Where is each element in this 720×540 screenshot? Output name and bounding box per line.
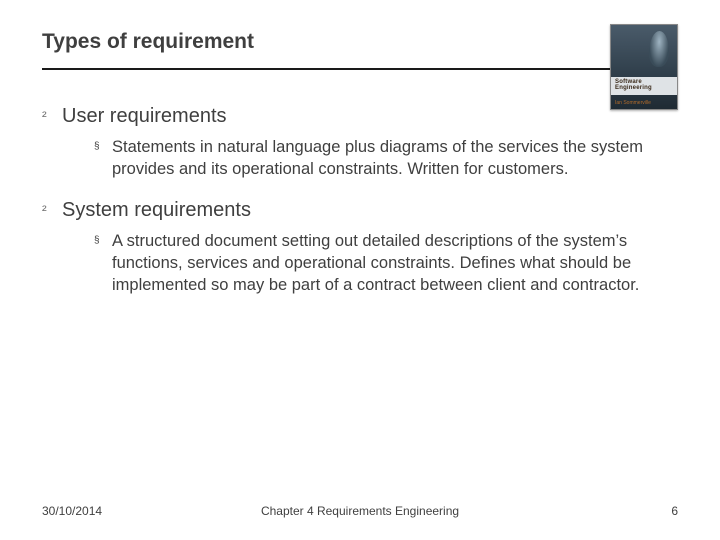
book-cover-image: Software Engineering Ian Sommerville	[610, 24, 678, 110]
footer-date: 30/10/2014	[42, 504, 102, 518]
list-subitem: § A structured document setting out deta…	[42, 230, 678, 296]
list-subitem-text: Statements in natural language plus diag…	[112, 136, 672, 180]
book-cover-author: Ian Sommerville	[615, 100, 651, 106]
slide-footer: 30/10/2014 Chapter 4 Requirements Engine…	[42, 504, 678, 518]
list-item-heading: System requirements	[62, 198, 251, 222]
slide-content: ² User requirements § Statements in natu…	[42, 78, 678, 296]
bullet-l1-icon: ²	[42, 198, 62, 222]
list-item: ² System requirements	[42, 198, 678, 222]
bullet-l2-icon: §	[94, 136, 112, 158]
list-subitem-text: A structured document setting out detail…	[112, 230, 672, 296]
list-item-heading: User requirements	[62, 104, 227, 128]
bullet-l2-icon: §	[94, 230, 112, 252]
list-item: ² User requirements	[42, 104, 678, 128]
slide-header: Types of requirement Software Engineerin…	[42, 30, 678, 70]
header-divider	[42, 68, 678, 70]
footer-page-number: 6	[671, 504, 678, 518]
list-subitem: § Statements in natural language plus di…	[42, 136, 678, 180]
slide-title: Types of requirement	[42, 30, 678, 68]
bullet-l1-icon: ²	[42, 104, 62, 128]
book-cover-title: Software Engineering	[615, 79, 677, 91]
slide: Types of requirement Software Engineerin…	[0, 0, 720, 540]
footer-chapter: Chapter 4 Requirements Engineering	[42, 504, 678, 518]
